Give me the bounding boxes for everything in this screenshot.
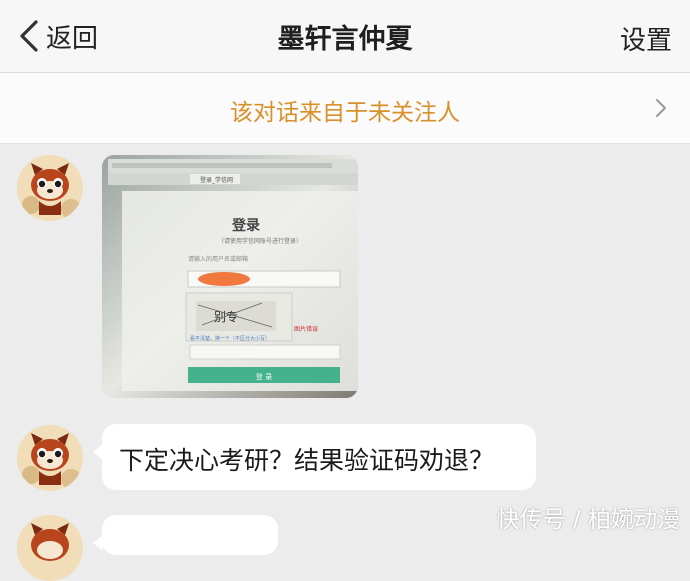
refresh-link: 看不清楚，换一个（不区分大小写） — [190, 335, 270, 342]
avatar[interactable] — [17, 425, 83, 491]
image-message[interactable]: 登录_学信网 登录 （请使用学信网账号进行登录） 请输入的用户名或邮箱 别专 图… — [102, 155, 358, 398]
login-screenshot-photo: 登录_学信网 登录 （请使用学信网账号进行登录） 请输入的用户名或邮箱 别专 图… — [102, 155, 358, 398]
login-button-text: 登 录 — [256, 372, 272, 381]
avatar[interactable] — [17, 515, 83, 581]
text-message-bubble[interactable]: 下定决心考研？结果验证码劝退？ — [93, 424, 536, 490]
red-panda-avatar-icon — [17, 155, 83, 221]
avatar[interactable] — [17, 155, 83, 221]
notice-text: 该对话来自于未关注人 — [230, 100, 460, 126]
red-panda-avatar-icon — [17, 515, 83, 581]
svg-text:登录_学信网: 登录_学信网 — [200, 176, 233, 184]
red-panda-avatar-icon — [17, 425, 83, 491]
input-hint: 请输入的用户名或邮箱 — [188, 255, 248, 263]
watermark: 快传号 / 柏婉动漫 — [496, 507, 680, 533]
top-bar: 返回 墨轩言仲夏 设置 — [0, 0, 690, 73]
chevron-right-icon — [656, 99, 666, 117]
message-text: 下定决心考研？结果验证码劝退？ — [119, 446, 495, 475]
login-title: 登录 — [231, 217, 260, 234]
login-subtitle: （请使用学信网账号进行登录） — [218, 237, 302, 245]
stranger-notice-banner[interactable]: 该对话来自于未关注人 — [0, 73, 690, 144]
settings-button[interactable]: 设置 — [620, 20, 672, 57]
text-message-bubble-partial[interactable] — [93, 515, 278, 555]
chat-title: 墨轩言仲夏 — [277, 24, 413, 55]
error-text: 图片错误 — [294, 325, 318, 333]
